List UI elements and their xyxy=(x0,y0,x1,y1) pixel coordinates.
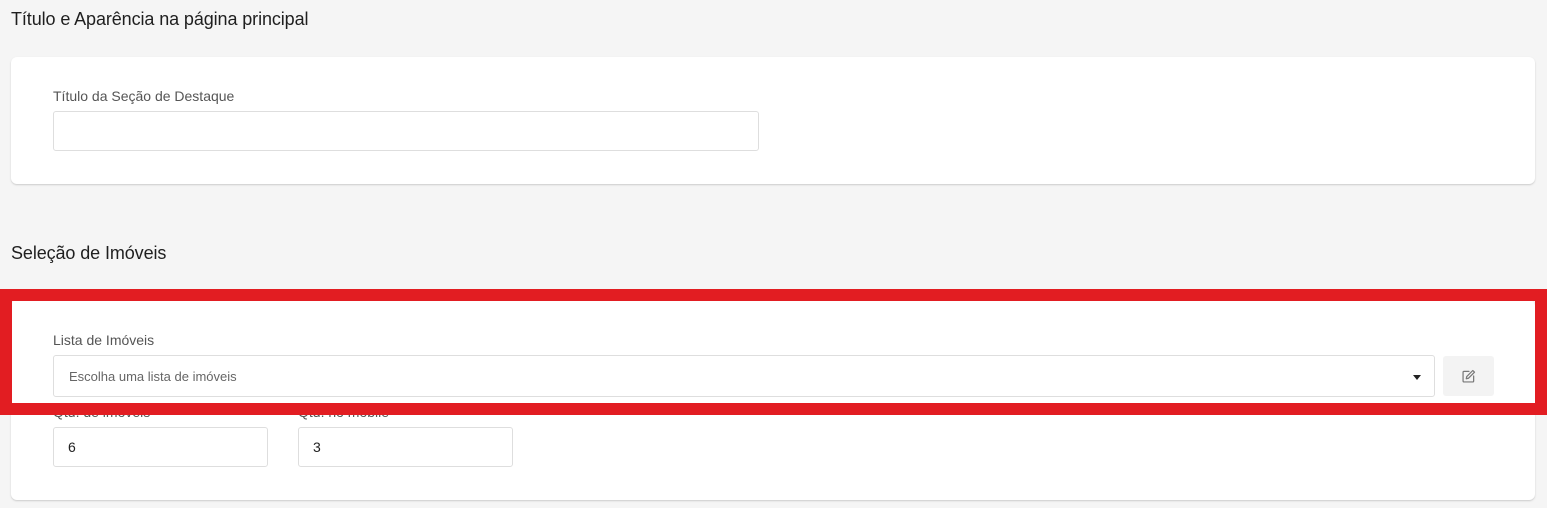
quantity-mobile-input[interactable] xyxy=(298,427,513,467)
quantity-label: Qtd. de imóveis xyxy=(53,404,151,420)
featured-title-input[interactable] xyxy=(53,111,759,151)
property-list-label: Lista de Imóveis xyxy=(53,332,155,348)
section-title-selection: Seleção de Imóveis xyxy=(11,243,167,263)
property-list-select[interactable]: Escolha uma lista de imóveis xyxy=(53,355,1435,397)
appearance-card: Título da Seção de Destaque xyxy=(11,57,1535,184)
edit-list-button[interactable] xyxy=(1443,356,1494,396)
quantity-input[interactable] xyxy=(53,427,268,467)
caret-down-icon xyxy=(1413,375,1421,380)
section-title-appearance: Título e Aparência na página principal xyxy=(11,9,309,29)
property-list-placeholder: Escolha uma lista de imóveis xyxy=(69,369,237,384)
featured-title-label: Título da Seção de Destaque xyxy=(53,88,235,104)
edit-icon xyxy=(1462,369,1476,383)
selection-card: Lista de Imóveis Escolha uma lista de im… xyxy=(11,300,1535,500)
quantity-mobile-label: Qtd. no mobile xyxy=(298,404,390,420)
